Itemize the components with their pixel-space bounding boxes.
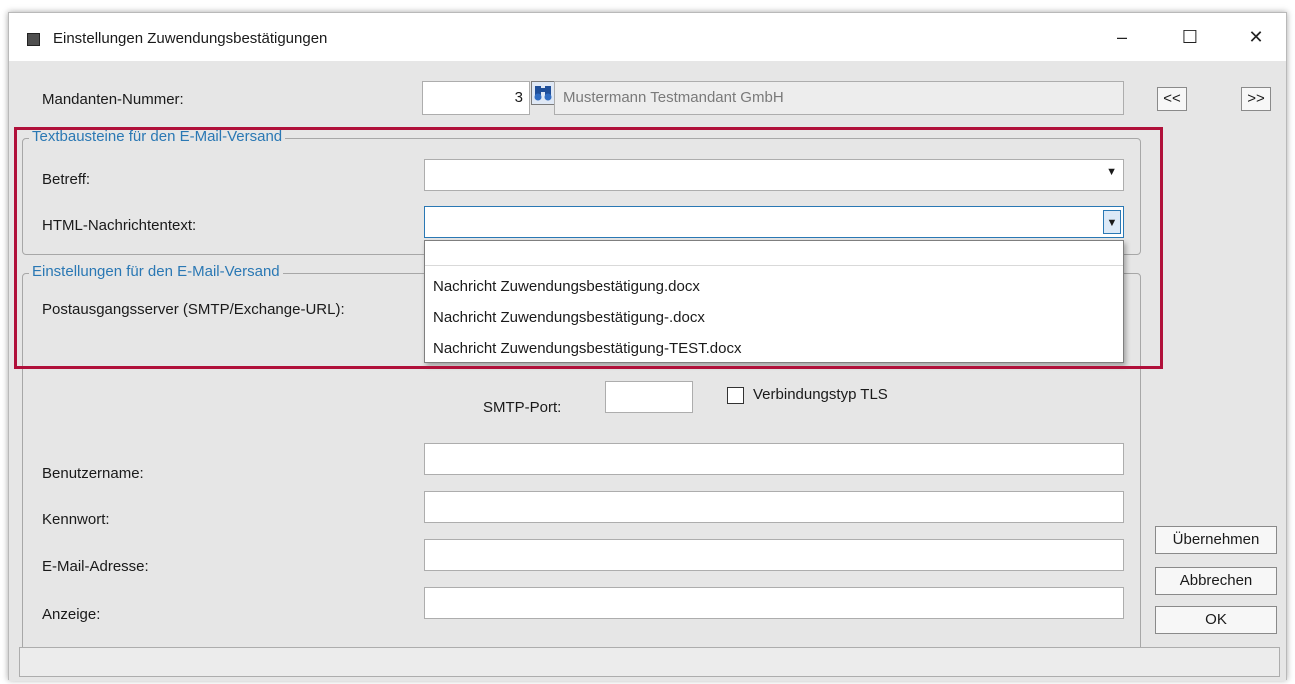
minimize-button[interactable]: –: [1099, 19, 1145, 55]
username-label: Benutzername:: [42, 465, 144, 482]
apply-button[interactable]: Übernehmen: [1155, 526, 1277, 554]
status-bar: [19, 647, 1280, 677]
password-label: Kennwort:: [42, 511, 110, 528]
close-button[interactable]: ✕: [1233, 19, 1279, 55]
highlight-frame: [14, 127, 1163, 369]
smtp-port-label: SMTP-Port:: [483, 399, 562, 416]
app-icon: [27, 33, 40, 46]
mandant-label: Mandanten-Nummer:: [42, 91, 184, 108]
next-button[interactable]: >>: [1241, 87, 1271, 111]
username-input[interactable]: [424, 443, 1124, 475]
display-label: Anzeige:: [42, 606, 101, 623]
previous-button[interactable]: <<: [1157, 87, 1187, 111]
title-bar: Einstellungen Zuwendungsbestätigungen – …: [9, 13, 1286, 61]
mandant-name-field: Mustermann Testmandant GmbH: [554, 81, 1124, 115]
email-address-label: E-Mail-Adresse:: [42, 558, 149, 575]
binoculars-icon[interactable]: [531, 81, 555, 105]
tls-checkbox[interactable]: [727, 387, 744, 404]
settings-window: Einstellungen Zuwendungsbestätigungen – …: [8, 12, 1287, 681]
client-area: Mandanten-Nummer: 3 Mustermann Testmanda…: [9, 61, 1286, 681]
password-input[interactable]: [424, 491, 1124, 523]
mandant-number-input[interactable]: 3: [422, 81, 530, 115]
ok-button[interactable]: OK: [1155, 606, 1277, 634]
window-title: Einstellungen Zuwendungsbestätigungen: [53, 30, 328, 47]
maximize-button[interactable]: ☐: [1167, 19, 1213, 55]
cancel-button[interactable]: Abbrechen: [1155, 567, 1277, 595]
tls-label: Verbindungstyp TLS: [753, 386, 888, 403]
email-address-input[interactable]: [424, 539, 1124, 571]
display-input[interactable]: [424, 587, 1124, 619]
smtp-port-input[interactable]: [605, 381, 693, 413]
